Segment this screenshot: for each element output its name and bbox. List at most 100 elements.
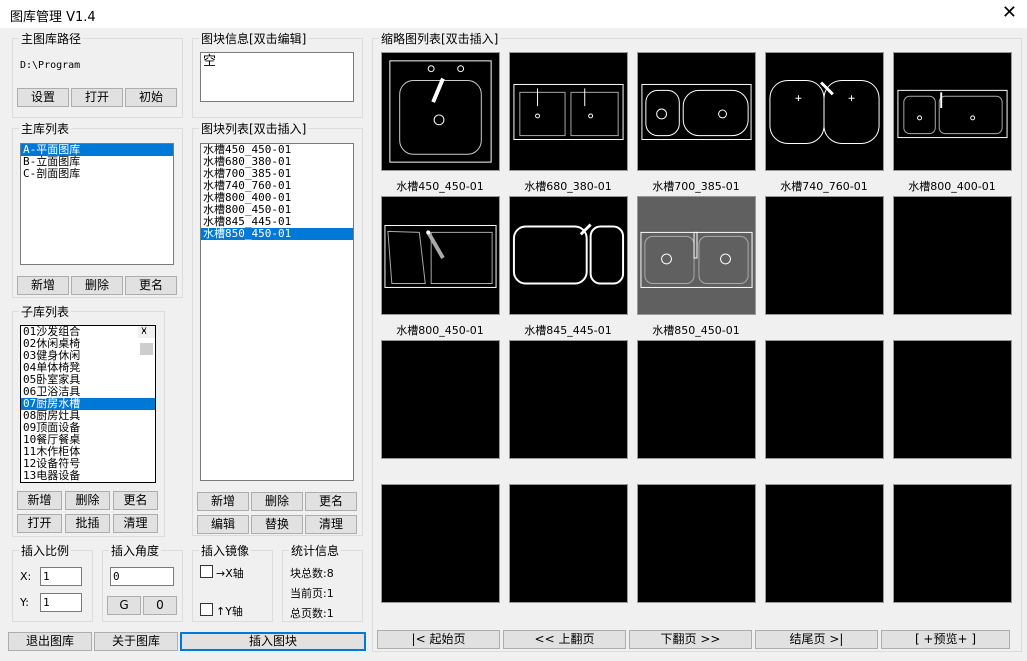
sub-lib-item[interactable]: 13电器设备 bbox=[21, 470, 155, 482]
thumbnail-label: 水槽700_385-01 bbox=[652, 180, 740, 193]
sink-drawing-icon bbox=[384, 225, 497, 288]
block-list-item[interactable]: 水槽850_450-01 bbox=[201, 228, 353, 240]
open-path-button[interactable]: 打开 bbox=[71, 88, 123, 107]
thumbnail-empty[interactable] bbox=[509, 484, 628, 603]
thumbnail-empty[interactable] bbox=[893, 340, 1012, 459]
sink-drawing-icon bbox=[512, 223, 625, 285]
thumbnail-label: 水槽740_760-01 bbox=[780, 180, 868, 193]
sub-clean-button[interactable]: 清理 bbox=[113, 514, 158, 533]
main-delete-button[interactable]: 删除 bbox=[71, 276, 123, 295]
thumbnail-sink[interactable] bbox=[381, 52, 500, 171]
sub-rename-button[interactable]: 更名 bbox=[113, 491, 158, 510]
thumbnail-label: 水槽450_450-01 bbox=[396, 180, 484, 193]
sub-lib-list[interactable]: 01沙发组合 02休闲桌椅 03健身休闲 04单体椅凳 05卧室家具 06卫浴洁具 07厨房… bbox=[20, 325, 156, 483]
thumbnail-label: 水槽800_450-01 bbox=[396, 324, 484, 337]
thumbnail-sink[interactable] bbox=[381, 196, 500, 315]
sink-drawing-icon bbox=[513, 83, 624, 141]
stats-label: 统计信息 bbox=[289, 542, 342, 559]
thumbnail-label: 水槽800_400-01 bbox=[908, 180, 996, 193]
thumbnail-sink[interactable] bbox=[509, 52, 628, 171]
sub-lib-label: 子库列表 bbox=[19, 303, 72, 320]
thumbnail-sink[interactable] bbox=[637, 52, 756, 171]
block-add-button[interactable]: 新增 bbox=[197, 492, 249, 511]
thumbnail-label: 水槽680_380-01 bbox=[524, 180, 612, 193]
mirror-label: 插入镜像 bbox=[199, 542, 252, 559]
sink-drawing-icon bbox=[640, 231, 753, 288]
sub-open-button[interactable]: 打开 bbox=[17, 514, 62, 533]
block-clean-button[interactable]: 清理 bbox=[305, 515, 357, 534]
insert-block-button[interactable]: 插入图块 bbox=[180, 632, 366, 651]
thumbnail-sink[interactable] bbox=[765, 52, 884, 171]
total-blocks: 块总数:8 bbox=[290, 567, 334, 580]
main-rename-button[interactable]: 更名 bbox=[125, 276, 177, 295]
thumbnail-sink[interactable] bbox=[509, 196, 628, 315]
thumbnail-label: 缩略图列表[双击插入] bbox=[379, 30, 501, 47]
window-title: 图库管理 V1.4 bbox=[10, 10, 96, 25]
thumbnail-label: 水槽850_450-01 bbox=[652, 324, 740, 337]
path-group-label: 主图库路径 bbox=[19, 30, 84, 47]
first-page-button[interactable]: |< 起始页 bbox=[377, 630, 500, 649]
set-path-button[interactable]: 设置 bbox=[17, 88, 69, 107]
sink-drawing-icon bbox=[641, 83, 752, 141]
total-pages: 总页数:1 bbox=[290, 607, 334, 620]
block-info-field[interactable]: 空 bbox=[200, 52, 354, 102]
close-icon[interactable]: ✕ bbox=[1002, 2, 1017, 23]
prev-page-button[interactable]: << 上翻页 bbox=[503, 630, 626, 649]
angle-input[interactable]: 0 bbox=[110, 567, 174, 586]
sub-lib-scrollbar[interactable]: ˄ ˅ bbox=[138, 326, 155, 355]
thumbnail-label: 水槽845_445-01 bbox=[524, 324, 612, 337]
scrollbar-thumb[interactable] bbox=[140, 343, 153, 355]
thumbnail-empty[interactable] bbox=[637, 484, 756, 603]
sub-add-button[interactable]: 新增 bbox=[17, 491, 62, 510]
sink-drawing-icon bbox=[897, 89, 1008, 139]
block-delete-button[interactable]: 删除 bbox=[251, 492, 303, 511]
angle-label: 插入角度 bbox=[109, 542, 162, 559]
scale-label: 插入比例 bbox=[19, 542, 72, 559]
last-page-button[interactable]: 结尾页 >| bbox=[755, 630, 878, 649]
library-path: D:\Program bbox=[20, 60, 81, 71]
thumbnail-empty[interactable] bbox=[765, 484, 884, 603]
main-lib-list[interactable]: A-平面图库 B-立面图库 C-剖面图库 bbox=[20, 143, 174, 265]
main-lib-item[interactable]: C-剖面图库 bbox=[21, 168, 173, 180]
about-button[interactable]: 关于图库 bbox=[94, 632, 178, 651]
mirror-y-label: ↑Y轴 bbox=[216, 605, 243, 618]
main-add-button[interactable]: 新增 bbox=[17, 276, 69, 295]
block-list-label: 图块列表[双击插入] bbox=[199, 120, 309, 137]
block-edit-button[interactable]: 编辑 bbox=[197, 515, 249, 534]
current-page: 当前页:1 bbox=[290, 587, 334, 600]
thumbnail-empty[interactable] bbox=[765, 340, 884, 459]
title-bar: 图库管理 V1.4 ✕ bbox=[0, 0, 1027, 28]
sink-drawing-icon bbox=[389, 60, 492, 163]
angle-zero-button[interactable]: 0 bbox=[143, 596, 177, 615]
thumbnail-sink[interactable] bbox=[637, 196, 756, 315]
thumbnail-empty[interactable] bbox=[637, 340, 756, 459]
scroll-down-icon[interactable]: ˅ bbox=[141, 326, 147, 337]
thumbnail-empty[interactable] bbox=[381, 484, 500, 603]
exit-button[interactable]: 退出图库 bbox=[8, 632, 92, 651]
thumbnail-empty[interactable] bbox=[893, 484, 1012, 603]
mirror-x-checkbox[interactable] bbox=[200, 565, 213, 578]
info-group-label: 图块信息[双击编辑] bbox=[199, 30, 309, 47]
main-lib-label: 主库列表 bbox=[19, 120, 72, 137]
init-path-button[interactable]: 初始 bbox=[125, 88, 177, 107]
sub-delete-button[interactable]: 删除 bbox=[65, 491, 110, 510]
scale-x-input[interactable]: 1 bbox=[40, 567, 82, 586]
thumbnail-sink[interactable] bbox=[893, 52, 1012, 171]
preview-button[interactable]: [ +预览+ ] bbox=[881, 630, 1010, 649]
block-list[interactable]: 水槽450_450-01 水槽680_380-01 水槽700_385-01 水槽74… bbox=[200, 143, 354, 481]
thumbnail-empty[interactable] bbox=[893, 196, 1012, 315]
thumbnail-empty[interactable] bbox=[381, 340, 500, 459]
scale-y-input[interactable]: 1 bbox=[40, 593, 82, 612]
thumbnail-empty[interactable] bbox=[509, 340, 628, 459]
scale-x-label: X: bbox=[20, 570, 32, 583]
mirror-y-checkbox[interactable] bbox=[200, 603, 213, 616]
mirror-x-label: →X轴 bbox=[216, 567, 244, 580]
sink-drawing-icon bbox=[769, 80, 880, 144]
next-page-button[interactable]: 下翻页 >> bbox=[629, 630, 752, 649]
scale-y-label: Y: bbox=[20, 596, 29, 609]
sub-batch-insert-button[interactable]: 批插 bbox=[65, 514, 110, 533]
block-replace-button[interactable]: 替换 bbox=[251, 515, 303, 534]
angle-g-button[interactable]: G bbox=[107, 596, 141, 615]
thumbnail-empty[interactable] bbox=[765, 196, 884, 315]
block-rename-button[interactable]: 更名 bbox=[305, 492, 357, 511]
